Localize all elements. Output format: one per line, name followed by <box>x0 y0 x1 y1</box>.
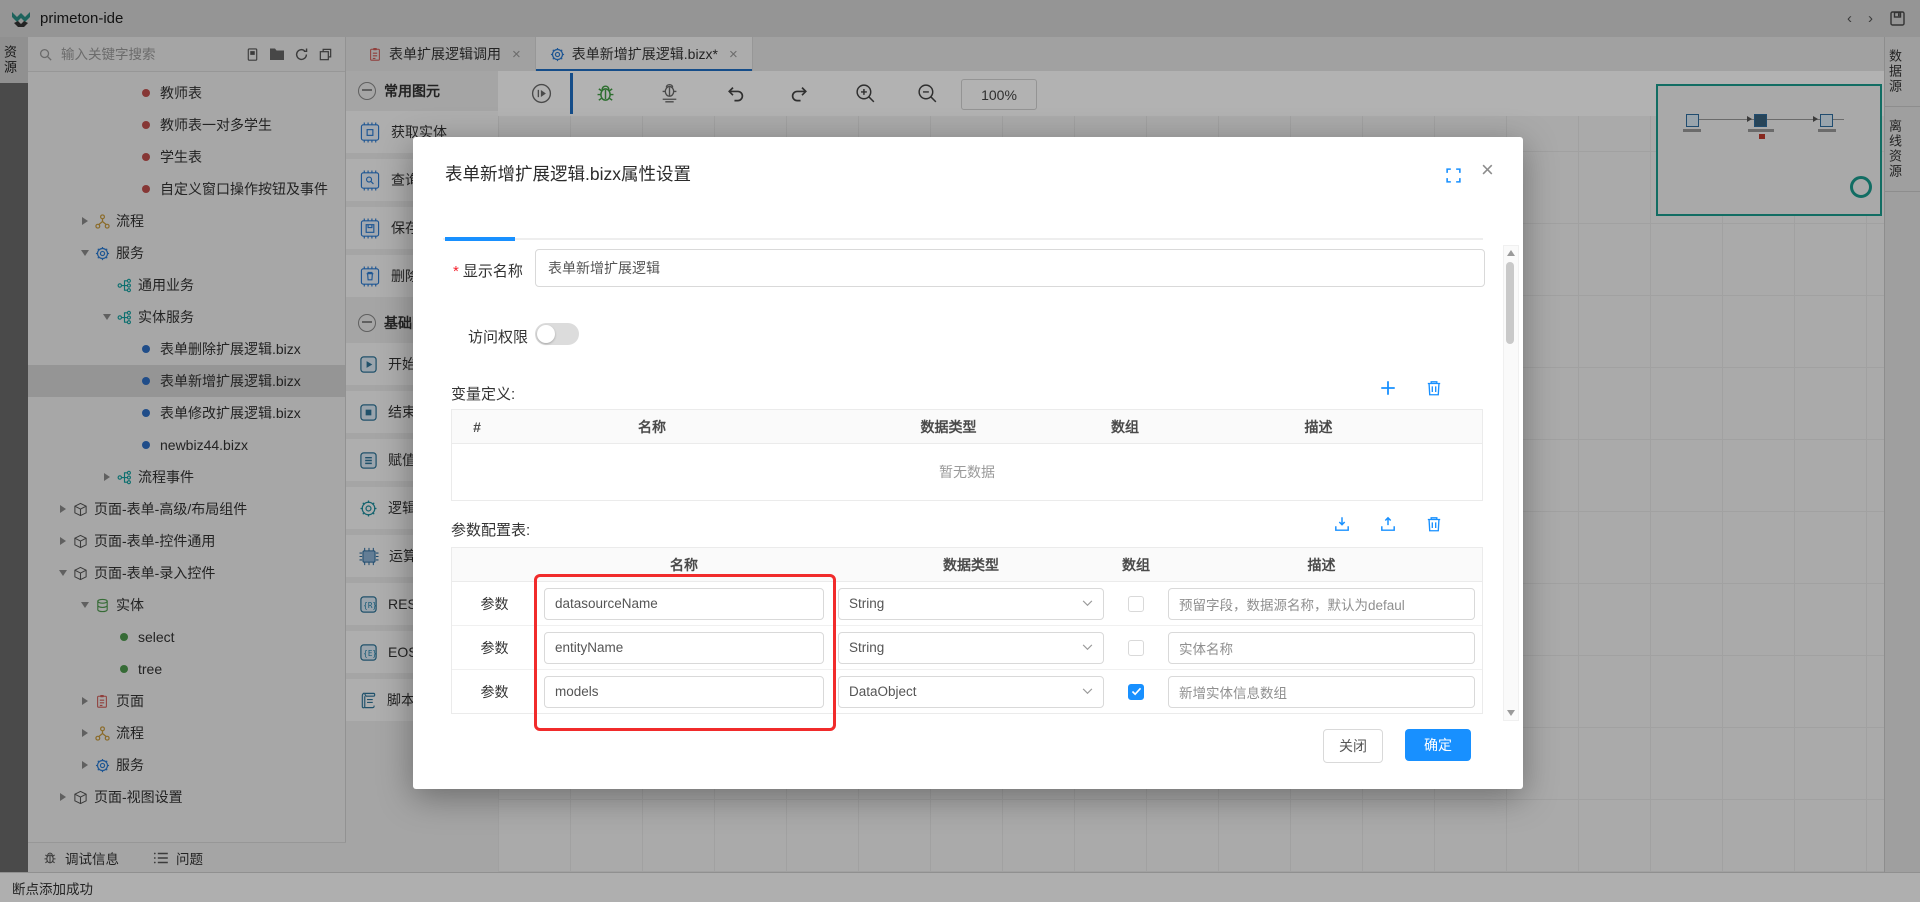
variables-column-header: # <box>452 410 502 443</box>
param-type-select[interactable]: String <box>838 588 1104 620</box>
chevron-down-icon <box>1082 688 1093 695</box>
param-type-select[interactable]: DataObject <box>838 676 1104 708</box>
display-name-label: *显示名称 <box>453 260 523 281</box>
param-type-value: DataObject <box>849 684 917 699</box>
annotation-highlight-box <box>534 574 836 731</box>
variables-toolbar <box>413 379 1483 403</box>
variables-column-header: 数据类型 <box>802 410 1095 443</box>
variables-table: #名称数据类型数组描述 暂无数据 <box>451 409 1483 501</box>
import-params-icon[interactable] <box>1333 515 1351 533</box>
array-checkbox-checked[interactable] <box>1128 684 1144 700</box>
param-kind-label: 参数 <box>481 594 509 614</box>
scroll-up-icon[interactable] <box>1507 250 1515 256</box>
dialog-scrollbar[interactable] <box>1503 245 1519 721</box>
param-desc-field[interactable]: 新增实体信息数组 <box>1168 676 1475 708</box>
params-toolbar <box>413 515 1483 539</box>
param-kind-label: 参数 <box>481 682 509 702</box>
array-checkbox[interactable] <box>1128 596 1144 612</box>
close-icon[interactable]: × <box>1481 159 1494 181</box>
display-name-field[interactable]: 表单新增扩展逻辑 <box>535 249 1485 287</box>
delete-variable-icon[interactable] <box>1425 379 1443 397</box>
params-column-header: 数组 <box>1111 548 1161 581</box>
required-mark: * <box>453 263 459 280</box>
param-type-value: String <box>849 596 884 611</box>
properties-dialog: 表单新增扩展逻辑.bizx属性设置 × *显示名称 表单新增扩展逻辑 访问权限 … <box>413 137 1523 789</box>
confirm-button[interactable]: 确定 <box>1405 729 1471 761</box>
param-type-select[interactable]: String <box>838 632 1104 664</box>
scrollbar-thumb[interactable] <box>1506 262 1514 344</box>
variables-column-header: 名称 <box>502 410 802 443</box>
variables-empty-text: 暂无数据 <box>452 444 1482 500</box>
export-params-icon[interactable] <box>1379 515 1397 533</box>
access-toggle[interactable] <box>535 323 579 345</box>
close-button[interactable]: 关闭 <box>1323 729 1383 763</box>
scroll-down-icon[interactable] <box>1507 710 1515 716</box>
array-checkbox[interactable] <box>1128 640 1144 656</box>
delete-param-icon[interactable] <box>1425 515 1443 533</box>
dialog-title: 表单新增扩展逻辑.bizx属性设置 <box>445 161 691 186</box>
param-type-value: String <box>849 640 884 655</box>
app-window: primeton-ide ‹ › 资源 <box>0 0 1920 902</box>
params-column-header <box>452 548 537 581</box>
params-column-header: 描述 <box>1161 548 1482 581</box>
chevron-down-icon <box>1082 644 1093 651</box>
access-permission-label: 访问权限 <box>468 326 528 347</box>
add-variable-icon[interactable] <box>1379 379 1397 397</box>
param-desc-field[interactable]: 实体名称 <box>1168 632 1475 664</box>
dialog-tab-indicator <box>443 238 1483 240</box>
variables-column-header: 描述 <box>1155 410 1482 443</box>
variables-column-header: 数组 <box>1095 410 1155 443</box>
params-column-header: 数据类型 <box>831 548 1111 581</box>
param-desc-field[interactable]: 预留字段，数据源名称，默认为defaul <box>1168 588 1475 620</box>
chevron-down-icon <box>1082 600 1093 607</box>
fullscreen-icon[interactable] <box>1445 167 1462 184</box>
param-kind-label: 参数 <box>481 638 509 658</box>
